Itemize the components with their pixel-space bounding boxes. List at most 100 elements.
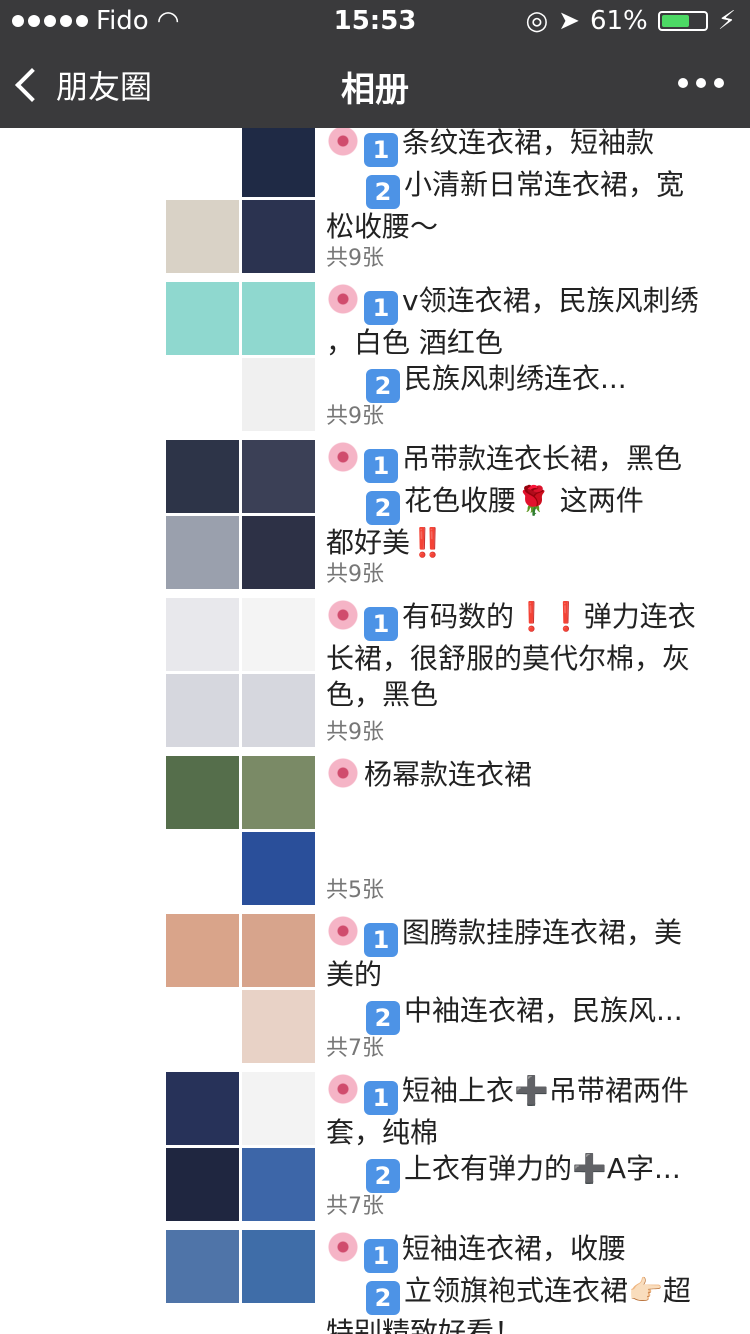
photo-thumbnail[interactable] (242, 200, 315, 273)
flower-icon (326, 440, 360, 474)
number-one-icon: 1 (364, 1239, 398, 1273)
post-text-line: 都好美‼️ (326, 525, 736, 561)
post-text-line: 1 短袖连衣裙，收腰 (326, 1230, 736, 1273)
photo-grid[interactable] (166, 756, 316, 906)
photo-grid[interactable] (166, 1072, 316, 1222)
photo-thumbnail[interactable] (166, 674, 239, 747)
photo-count: 共9张 (326, 246, 384, 271)
photo-thumbnail[interactable] (242, 832, 315, 905)
post-text-span: 杨幂款连衣裙 (364, 758, 533, 791)
photo-grid[interactable] (166, 1230, 316, 1334)
number-one-icon: 1 (364, 1081, 398, 1115)
post-text-line: ，白色 酒红色 (326, 325, 736, 361)
photo-grid[interactable] (166, 598, 316, 748)
status-right: ◎ ➤ 61% ⚡ (525, 6, 736, 36)
post-text: 杨幂款连衣裙 (326, 756, 736, 793)
photo-thumbnail[interactable] (166, 282, 239, 355)
photo-thumbnail[interactable] (166, 990, 239, 1063)
flower-icon (326, 282, 360, 316)
photo-thumbnail[interactable] (242, 1306, 315, 1334)
post-text-line: 2 小清新日常连衣裙，宽 (326, 167, 736, 209)
photo-thumbnail[interactable] (242, 516, 315, 589)
photo-thumbnail[interactable] (166, 1148, 239, 1221)
photo-thumbnail[interactable] (242, 598, 315, 671)
post-text-span: 特别精致好看！ (326, 1316, 523, 1334)
post-text: 1 短袖上衣➕吊带裙两件 套，纯棉 2 上衣有弹力的➕A字... (326, 1072, 736, 1193)
post-text-line: 杨幂款连衣裙 (326, 756, 736, 793)
photo-thumbnail[interactable] (242, 1148, 315, 1221)
photo-grid[interactable] (166, 128, 316, 274)
photo-thumbnail[interactable] (166, 1306, 239, 1334)
post-text-span: 美的 (326, 958, 383, 991)
photo-grid[interactable] (166, 440, 316, 590)
album-post[interactable]: 1 短袖上衣➕吊带裙两件 套，纯棉 2 上衣有弹力的➕A字... 共7张 (0, 1072, 750, 1228)
number-two-icon: 2 (366, 491, 400, 525)
post-text-span: 花色收腰🌹 这两件 (404, 484, 644, 517)
post-text-line: 色，黑色 (326, 677, 736, 713)
location-icon: ➤ (558, 6, 580, 36)
photo-thumbnail[interactable] (242, 1230, 315, 1303)
post-text-span: 短袖上衣➕吊带裙两件 (402, 1074, 689, 1107)
photo-thumbnail[interactable] (166, 598, 239, 671)
number-two-icon: 2 (366, 175, 400, 209)
photo-thumbnail[interactable] (242, 1072, 315, 1145)
photo-thumbnail[interactable] (166, 440, 239, 513)
album-post[interactable]: 杨幂款连衣裙 共5张 (0, 756, 750, 912)
post-text: 1 v领连衣裙，民族风刺绣 ，白色 酒红色 2 民族风刺绣连衣... (326, 282, 736, 403)
album-post[interactable]: 1 有码数的❗️❗️弹力连衣 长裙，很舒服的莫代尔棉，灰 色，黑色共9张 (0, 598, 750, 754)
battery-percent: 61% (589, 6, 648, 36)
post-text-span: 色，黑色 (326, 678, 439, 711)
post-text-span: 民族风刺绣连衣... (404, 362, 627, 395)
post-text-line: 1 有码数的❗️❗️弹力连衣 (326, 598, 736, 641)
post-text: 1 有码数的❗️❗️弹力连衣 长裙，很舒服的莫代尔棉，灰 色，黑色 (326, 598, 736, 713)
post-text-span: 短袖连衣裙，收腰 (402, 1232, 627, 1265)
photo-thumbnail[interactable] (242, 358, 315, 431)
lock-rotation-icon: ◎ (525, 6, 549, 36)
post-text-line: 2 立领旗袍式连衣裙👉🏻超 (326, 1273, 736, 1315)
post-text: 1 短袖连衣裙，收腰 2 立领旗袍式连衣裙👉🏻超 特别精致好看！ (326, 1230, 736, 1334)
post-text-span: 图腾款挂脖连衣裙，美 (402, 916, 683, 949)
photo-grid[interactable] (166, 282, 316, 432)
photo-thumbnail[interactable] (166, 200, 239, 273)
photo-thumbnail[interactable] (242, 756, 315, 829)
photo-thumbnail[interactable] (166, 832, 239, 905)
photo-thumbnail[interactable] (242, 674, 315, 747)
album-post[interactable]: 1 图腾款挂脖连衣裙，美 美的 2 中袖连衣裙，民族风... 共7张 (0, 914, 750, 1070)
photo-thumbnail[interactable] (242, 128, 315, 197)
post-text-span: 吊带款连衣长裙，黑色 (402, 442, 683, 475)
album-post[interactable]: 1 条纹连衣裙，短袖款 2 小清新日常连衣裙，宽 松收腰～ 共9张 (0, 128, 750, 280)
post-text-line: 2 中袖连衣裙，民族风... (326, 993, 736, 1035)
photo-thumbnail[interactable] (242, 990, 315, 1063)
photo-thumbnail[interactable] (242, 914, 315, 987)
photo-thumbnail[interactable] (166, 914, 239, 987)
charging-icon: ⚡ (717, 6, 736, 36)
photo-thumbnail[interactable] (242, 282, 315, 355)
post-text: 1 条纹连衣裙，短袖款 2 小清新日常连衣裙，宽 松收腰～ (326, 128, 736, 245)
nav-bar: 朋友圈 相册 (0, 40, 750, 128)
post-text-span: 小清新日常连衣裙，宽 (404, 168, 685, 201)
flower-icon (326, 914, 360, 948)
flower-icon (326, 1230, 360, 1264)
photo-count: 共9张 (326, 720, 384, 745)
photo-thumbnail[interactable] (166, 756, 239, 829)
album-feed[interactable]: 1 条纹连衣裙，短袖款 2 小清新日常连衣裙，宽 松收腰～ 共9张 1 v领连衣裙，民族风刺绣… (0, 128, 750, 1334)
photo-thumbnail[interactable] (166, 1072, 239, 1145)
battery-icon (657, 11, 708, 31)
post-text-line: 2 上衣有弹力的➕A字... (326, 1151, 736, 1193)
photo-count: 共7张 (326, 1036, 384, 1061)
post-text-span: ，白色 酒红色 (326, 326, 503, 359)
photo-thumbnail[interactable] (242, 440, 315, 513)
album-post[interactable]: 1 短袖连衣裙，收腰 2 立领旗袍式连衣裙👉🏻超 特别精致好看！ (0, 1230, 750, 1334)
album-post[interactable]: 1 吊带款连衣长裙，黑色 2 花色收腰🌹 这两件 都好美‼️ 共9张 (0, 440, 750, 596)
photo-grid[interactable] (166, 914, 316, 1064)
photo-thumbnail[interactable] (166, 516, 239, 589)
post-text: 1 吊带款连衣长裙，黑色 2 花色收腰🌹 这两件 都好美‼️ (326, 440, 736, 561)
post-text-line: 2 花色收腰🌹 这两件 (326, 483, 736, 525)
post-text-line: 2 民族风刺绣连衣... (326, 361, 736, 403)
more-button[interactable] (678, 78, 724, 88)
photo-thumbnail[interactable] (166, 1230, 239, 1303)
album-post[interactable]: 1 v领连衣裙，民族风刺绣 ，白色 酒红色 2 民族风刺绣连衣... 共9张 (0, 282, 750, 438)
photo-thumbnail[interactable] (166, 358, 239, 431)
photo-thumbnail[interactable] (166, 128, 239, 197)
photo-count: 共7张 (326, 1194, 384, 1219)
